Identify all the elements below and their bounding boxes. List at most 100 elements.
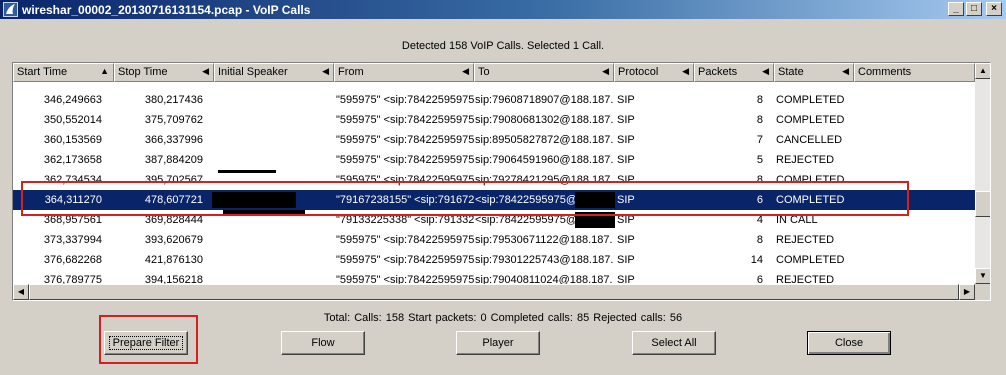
cell-comments [857,230,975,250]
flow-button[interactable]: Flow [281,331,365,355]
calls-table[interactable]: Start Time ▲ Stop Time ◀ Initial Speaker ◀ … [12,62,991,301]
cell-start-time: 360,153569 [43,134,102,146]
redaction-bar [575,212,615,228]
cell-initial-speaker [218,270,334,284]
cell-comments [857,270,975,284]
cell-start-time: 350,552014 [43,114,102,126]
table-row[interactable]: 362,173658 387,884209 "595975" <sip:7842… [13,150,975,170]
cell-from: "79167238155" <sip:791672 [336,194,474,206]
table-row-partial[interactable] [13,82,975,90]
cell-state: COMPLETED [776,94,845,106]
cell-from: "595975" <sip:78422595975 [336,134,474,146]
maximize-button[interactable]: □ [966,2,982,16]
redaction-bar [212,192,296,208]
cell-initial-speaker [218,230,334,250]
table-row[interactable]: 373,337994 393,620679 "595975" <sip:7842… [13,230,975,250]
cell-start-time: 373,337994 [43,234,102,246]
table-header: Start Time ▲ Stop Time ◀ Initial Speaker ◀ … [13,63,975,82]
column-header-from[interactable]: From ◀ [334,63,474,82]
table-body: 346,249663 380,217436 "595975" <sip:7842… [13,82,975,284]
cell-comments [857,110,975,130]
table-row[interactable]: 360,153569 366,337996 "595975" <sip:7842… [13,130,975,150]
prepare-filter-button[interactable]: Prepare Filter [104,331,188,355]
cell-stop-time: 375,709762 [144,114,203,126]
column-menu-icon: ◀ [682,66,689,76]
column-header-protocol[interactable]: Protocol ◀ [614,63,694,82]
cell-to: sip:79064591960@188.187. [475,154,614,166]
cell-comments [857,250,975,270]
cell-to: sip:89505827872@188.187. [475,134,614,146]
column-header-packets[interactable]: Packets ◀ [694,63,774,82]
cell-stop-time: 380,217436 [144,94,203,106]
column-header-to[interactable]: To ◀ [474,63,614,82]
cell-packets: 4 [756,214,763,226]
cell-start-time: 346,249663 [43,94,102,106]
cell-protocol: SIP [617,234,635,246]
cell-stop-time: 366,337996 [144,134,203,146]
cell-from: "595975" <sip:78422595975 [336,254,474,266]
cell-to: sip:79278421295@188.187. [475,174,614,186]
cell-initial-speaker [218,170,334,190]
cell-protocol: SIP [617,134,635,146]
column-menu-icon: ◀ [202,66,209,76]
vertical-scrollbar[interactable]: ▲ ▼ [975,63,990,284]
column-menu-icon: ◀ [842,66,849,76]
cell-stop-time: 421,876130 [144,254,203,266]
scrollbar-corner [975,284,990,300]
select-all-button[interactable]: Select All [632,331,716,355]
cell-initial-speaker [218,110,334,130]
horizontal-scrollbar[interactable]: ◀ ▶ [13,284,975,300]
cell-start-time: 362,734534 [43,174,102,186]
table-row-selected[interactable]: 364,311270 478,607721 "79167238155" <sip… [13,190,975,210]
cell-to: sip:79040811024@188.187. [475,274,613,284]
title-bar[interactable]: wireshar_00002_20130716131154.pcap - VoI… [0,0,1006,19]
cell-initial-speaker [218,250,334,270]
column-menu-icon: ◀ [322,66,329,76]
redaction-bar [575,192,615,208]
cell-state: REJECTED [776,154,835,166]
cell-packets: 8 [756,174,763,186]
vertical-scroll-thumb[interactable] [975,191,990,217]
column-menu-icon: ◀ [602,66,609,76]
cell-protocol: SIP [617,254,635,266]
column-header-start-time[interactable]: Start Time ▲ [13,63,114,82]
cell-state: COMPLETED [776,254,845,266]
cell-from: "595975" <sip:78422595975 [336,234,474,246]
cell-stop-time: 393,620679 [144,234,203,246]
cell-from: "79133225338" <sip:791332 [336,214,474,226]
scroll-left-button[interactable]: ◀ [13,284,29,300]
table-row[interactable]: 362,734534 395,702567 "595975" <sip:7842… [13,170,975,190]
scroll-up-button[interactable]: ▲ [975,63,990,79]
cell-initial-speaker [218,90,334,110]
cell-start-time: 376,789775 [43,274,102,284]
scroll-right-button[interactable]: ▶ [959,284,975,300]
column-header-state[interactable]: State ◀ [774,63,854,82]
cell-from: "595975" <sip:78422595975 [336,114,474,126]
cell-initial-speaker [218,130,334,150]
close-window-button[interactable]: × [986,2,1002,16]
cell-start-time: 364,311270 [44,194,102,206]
minimize-button[interactable]: _ [948,2,964,16]
cell-stop-time: 478,607721 [144,194,203,206]
cell-stop-time: 394,156218 [144,274,203,284]
table-row[interactable]: 376,682268 421,876130 "595975" <sip:7842… [13,250,975,270]
cell-packets: 14 [750,254,763,266]
close-button[interactable]: Close [807,331,891,355]
cell-comments [857,210,975,230]
column-header-stop-time[interactable]: Stop Time ◀ [114,63,214,82]
horizontal-scroll-thumb[interactable] [29,284,959,300]
cell-stop-time: 387,884209 [144,154,203,166]
table-row[interactable]: 346,249663 380,217436 "595975" <sip:7842… [13,90,975,110]
table-row[interactable]: 376,789775 394,156218 "595975" <sip:7842… [13,270,975,284]
cell-protocol: SIP [617,154,635,166]
table-row[interactable]: 350,552014 375,709762 "595975" <sip:7842… [13,110,975,130]
cell-protocol: SIP [617,174,635,186]
cell-comments [857,190,975,210]
cell-state: CANCELLED [776,134,843,146]
cell-packets: 5 [756,154,763,166]
column-header-comments[interactable]: Comments [854,63,975,82]
column-header-initial-speaker[interactable]: Initial Speaker ◀ [214,63,334,82]
scroll-down-button[interactable]: ▼ [975,268,990,284]
table-row[interactable]: 368,957561 369,828444 "79133225338" <sip… [13,210,975,230]
player-button[interactable]: Player [456,331,540,355]
